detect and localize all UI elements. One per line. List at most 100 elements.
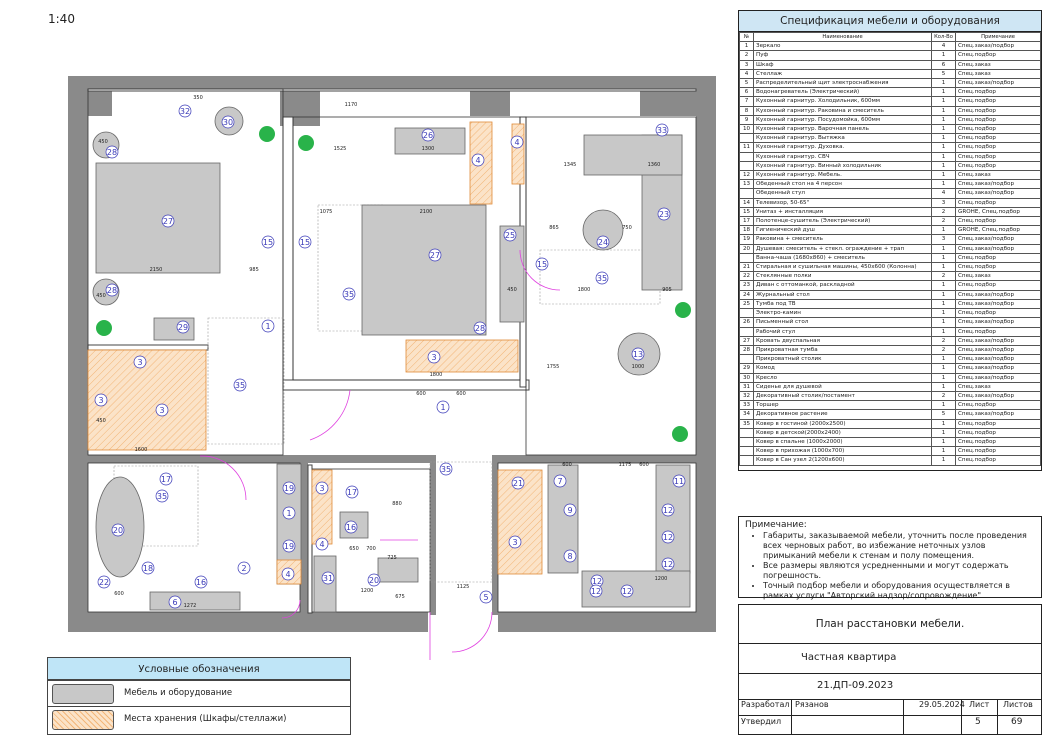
spec-cell-number: 6 xyxy=(739,87,754,98)
spec-cell-name: Кухонный гарнитур. Винный холодильник xyxy=(753,160,932,172)
item-marker: 19 xyxy=(282,539,296,553)
dimension-value: 450 xyxy=(96,418,106,424)
spec-cell-number: 28 xyxy=(739,344,754,356)
sheets-label: Листов xyxy=(1003,700,1033,709)
item-marker: 35 xyxy=(439,462,453,476)
dimension-value: 1800 xyxy=(430,372,443,378)
item-marker: 20 xyxy=(367,573,381,587)
dimension-value: 1125 xyxy=(457,584,470,590)
item-marker: 1 xyxy=(436,400,450,414)
spec-cell-qty: 1 xyxy=(931,289,956,300)
spec-cell-name: Телевизор, 50-65" xyxy=(753,197,932,208)
spec-cell-number: 20 xyxy=(739,243,754,254)
spec-cell-number: 13 xyxy=(739,179,754,190)
item-marker: 13 xyxy=(631,347,645,361)
spec-cell-name: Ковер в прихожая (1000х700) xyxy=(753,446,932,457)
spec-row: Кухонный гарнитур. Вытяжка 1 Спец.подбор xyxy=(739,133,1041,144)
spec-cell-number: 4 xyxy=(739,68,754,80)
spec-cell-number: 26 xyxy=(739,317,754,328)
spec-cell-qty: 1 xyxy=(931,446,956,457)
spec-cell-note: Спец.заказ/подбор xyxy=(955,317,1041,328)
spec-cell-name: Стиральная и сушильная машины, 450х600 (… xyxy=(753,262,932,273)
spec-cell-qty: 1 xyxy=(931,436,956,448)
spec-row: 20 Душевая: смеситель + стекл. ограждение… xyxy=(739,243,1041,254)
item-marker: 32 xyxy=(178,104,192,118)
item-marker-number: 12 xyxy=(663,533,673,542)
item-marker-number: 17 xyxy=(347,488,357,497)
spec-row: 31 Сиденье для душевой 1 Спец.заказ xyxy=(739,381,1041,392)
spec-cell-note: Спец.заказ/подбор xyxy=(955,298,1041,310)
spec-row: 1 Зеркало 4 Спец.заказ/подбор xyxy=(739,41,1041,52)
spec-cell-name: Диван с оттоманкой, раскладной xyxy=(753,280,932,291)
spec-row: 14 Телевизор, 50-65" 3 Спец.подбор xyxy=(739,197,1041,208)
spec-cell-number: 33 xyxy=(739,400,754,411)
dimension-value: 985 xyxy=(249,267,259,273)
spec-cell-number: 27 xyxy=(739,335,754,346)
spec-cell-note: Спец.подбор xyxy=(955,216,1041,227)
spec-header-note: Примечание xyxy=(955,31,1041,43)
item-marker: 4 xyxy=(281,567,295,581)
item-marker: 20 xyxy=(111,523,125,537)
dimension-value: 725 xyxy=(387,555,397,561)
spec-cell-qty: 4 xyxy=(931,41,956,52)
item-marker: 33 xyxy=(655,123,669,137)
spec-cell-name: Декоративный столик/постамент xyxy=(753,390,932,402)
spec-cell-number: 25 xyxy=(739,298,754,310)
item-marker-number: 12 xyxy=(663,560,673,569)
spec-row: 32 Декоративный столик/постамент 2 Спец.зак… xyxy=(739,390,1041,402)
spec-cell-number: 31 xyxy=(739,381,754,392)
item-marker: 15 xyxy=(261,235,275,249)
item-marker: 35 xyxy=(595,271,609,285)
spec-cell-note: Спец.заказ/подбор xyxy=(955,188,1041,199)
spec-cell-note: Спец.заказ/подбор xyxy=(955,409,1041,420)
spec-row: Кухонный гарнитур. Винный холодильник 1 Сп… xyxy=(739,160,1041,172)
spec-cell-name: Распределительный щит электроснабжения xyxy=(753,78,932,89)
spec-row: Рабочий стул 1 Спец.подбор xyxy=(739,326,1041,337)
item-marker: 1 xyxy=(261,319,275,333)
spec-cell-qty: 2 xyxy=(931,206,956,218)
spec-title: Спецификация мебели и оборудования xyxy=(739,11,1041,32)
item-marker-number: 3 xyxy=(319,484,324,493)
project-code: 21.ДП-09.2023 xyxy=(817,680,894,691)
dimension-value: 600 xyxy=(456,391,466,397)
spec-cell-name: Прикроватная тумба xyxy=(753,344,932,356)
spec-cell-name: Кресло xyxy=(753,372,932,383)
spec-row: 13 Обеденный стол на 4 персон 1 Спец.заказ/… xyxy=(739,179,1041,190)
spec-cell-number: 30 xyxy=(739,372,754,383)
spec-cell-number: 35 xyxy=(739,418,754,429)
spec-cell-name: Полотенце-сушитель (Электрический) xyxy=(753,216,932,227)
item-marker-number: 28 xyxy=(107,286,117,295)
spec-row: 4 Стеллаж 5 Спец.заказ xyxy=(739,68,1041,80)
spec-cell-note: Спец.подбор xyxy=(955,400,1041,411)
spec-cell-note: Спец.подбор xyxy=(955,160,1041,172)
dimension-value: 1755 xyxy=(547,364,560,370)
spec-cell-note: Спец.подбор xyxy=(955,427,1041,438)
spec-cell-note: Спец.заказ xyxy=(955,170,1041,181)
dimension-value: 1272 xyxy=(184,603,197,609)
object-name: Частная квартира xyxy=(801,652,897,663)
spec-row: Прикроватный столик 1 Спец.заказ/подбор xyxy=(739,354,1041,365)
item-marker-number: 9 xyxy=(567,506,572,515)
spec-row: Ковер в детской(2000х2400) 1 Спец.подбор xyxy=(739,427,1041,438)
notes-panel: Примечание: Габариты, заказываемой мебел… xyxy=(738,516,1042,600)
spec-cell-note: Спец.подбор xyxy=(955,124,1041,135)
spec-cell-qty: 1 xyxy=(931,78,956,89)
item-marker: 15 xyxy=(535,257,549,271)
spec-cell-name: Кухонный гарнитур. СВЧ xyxy=(753,151,932,162)
spec-cell-qty: 1 xyxy=(931,96,956,107)
spec-cell-qty: 1 xyxy=(931,142,956,153)
note-item: Все размеры являются усредненными и могу… xyxy=(763,561,1041,581)
spec-row: 21 Стиральная и сушильная машины, 450х600… xyxy=(739,262,1041,273)
spec-row: 26 Письменный стол 1 Спец.заказ/подбор xyxy=(739,317,1041,328)
item-marker-number: 35 xyxy=(441,465,451,474)
spec-cell-qty: 5 xyxy=(931,409,956,420)
spec-row: 2 Пуф 1 Спец.подбор xyxy=(739,50,1041,61)
drawing-title: План расстановки мебели. xyxy=(815,618,965,630)
item-marker: 17 xyxy=(159,472,173,486)
spec-cell-name: Ковер в спальне (1000х2000) xyxy=(753,436,932,448)
item-marker-number: 16 xyxy=(196,578,206,587)
spec-cell-qty: 6 xyxy=(931,59,956,70)
spec-cell-name: Ванна-чаша (1680х860) + смеситель xyxy=(753,252,932,264)
spec-cell-number xyxy=(739,151,754,162)
item-marker: 7 xyxy=(553,474,567,488)
